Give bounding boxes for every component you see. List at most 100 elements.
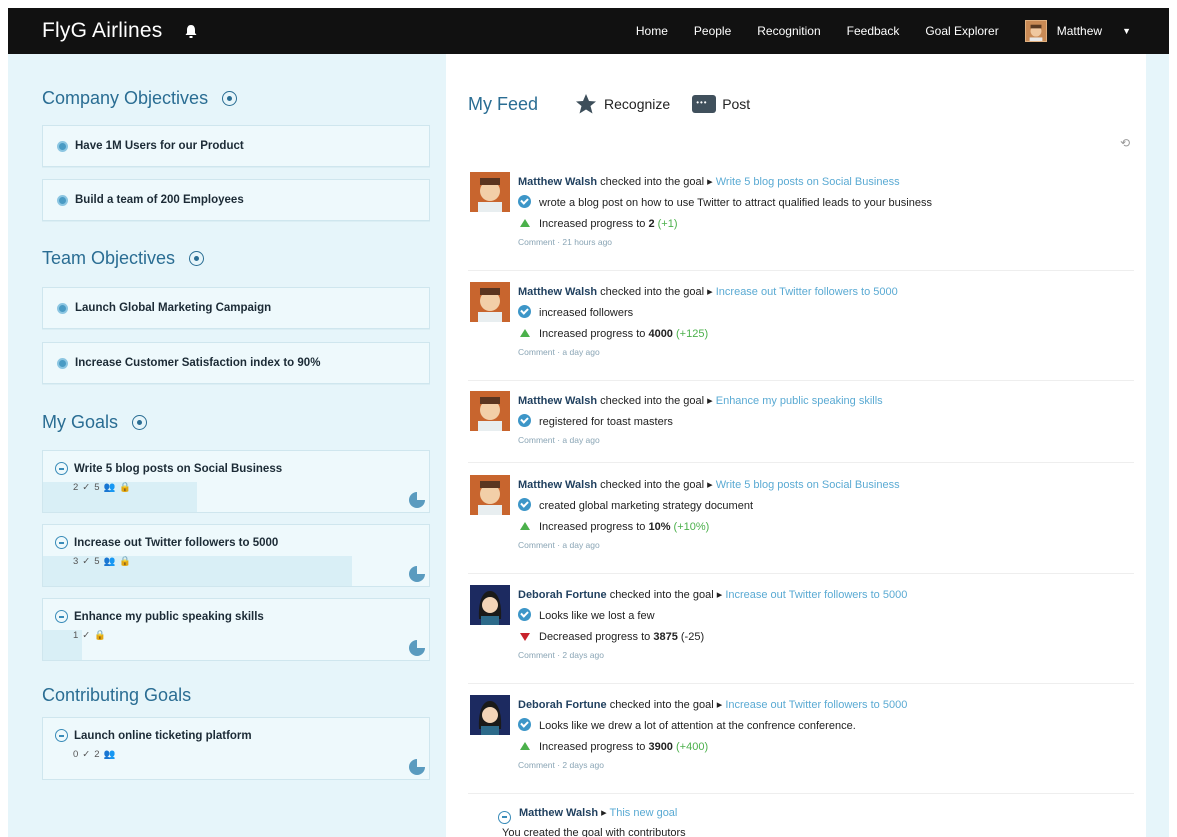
brand-logo[interactable]: FlyG Airlines xyxy=(42,19,162,43)
objective-label: Launch Global Marketing Campaign xyxy=(75,302,272,314)
nav-recognition[interactable]: Recognition xyxy=(757,24,820,38)
avatar[interactable] xyxy=(470,391,510,431)
top-navbar: FlyG Airlines Home People Recognition Fe… xyxy=(8,8,1169,54)
contributor-count: 5 xyxy=(94,556,100,567)
right-gutter xyxy=(1146,54,1169,837)
nav-feedback[interactable]: Feedback xyxy=(847,24,900,38)
goal-link[interactable]: Write 5 blog posts on Social Business xyxy=(716,479,900,491)
goal-link[interactable]: Write 5 blog posts on Social Business xyxy=(716,176,900,188)
goal-bullet-icon xyxy=(55,462,68,475)
list-item[interactable]: Increase Customer Satisfaction index to … xyxy=(42,342,430,384)
refresh-icon[interactable]: ⟲ xyxy=(1120,136,1130,150)
goal-card[interactable]: Write 5 blog posts on Social Business 2 ✓… xyxy=(42,450,430,513)
check-icon xyxy=(518,305,531,318)
star-icon xyxy=(576,94,597,114)
sidebar: Company Objectives Have 1M Users for our… xyxy=(8,54,446,837)
entry-author[interactable]: Deborah Fortune xyxy=(518,699,607,711)
play-icon: ▸ xyxy=(601,807,607,819)
goal-card[interactable]: Launch online ticketing platform 0 ✓ 2 👥 xyxy=(42,717,430,780)
list-item[interactable]: Have 1M Users for our Product xyxy=(42,125,430,167)
entry-author[interactable]: Matthew Walsh xyxy=(518,176,597,188)
company-objectives-title: Company Objectives xyxy=(42,88,238,109)
progress-pie-icon xyxy=(409,759,425,775)
goal-bullet-icon xyxy=(55,610,68,623)
goal-link[interactable]: This new goal xyxy=(610,807,678,819)
avatar[interactable] xyxy=(470,585,510,625)
avatar[interactable] xyxy=(470,475,510,515)
lock-icon: 🔒 xyxy=(119,482,132,493)
play-icon: ▸ xyxy=(707,395,713,407)
goal-label: Launch online ticketing platform xyxy=(74,729,252,742)
progress-value: 3900 xyxy=(648,741,673,753)
play-icon: ▸ xyxy=(716,699,723,711)
entry-meta[interactable]: Comment · a day ago xyxy=(518,538,1134,552)
entry-meta[interactable]: Comment · a day ago xyxy=(518,345,1134,359)
entry-author[interactable]: Matthew Walsh xyxy=(518,395,597,407)
checkin-count: 2 xyxy=(73,482,79,493)
entry-meta[interactable]: Comment · 2 days ago xyxy=(518,758,1134,772)
check-icon xyxy=(518,608,531,621)
entry-author[interactable]: Matthew Walsh xyxy=(518,286,597,298)
arrow-up-icon xyxy=(520,742,530,750)
check-icon: ✓ xyxy=(82,556,91,567)
entry-note: Looks like we lost a few xyxy=(539,610,655,622)
progress-change: Increased progress to xyxy=(539,521,646,533)
recognize-label: Recognize xyxy=(604,96,671,112)
entry-meta[interactable]: Comment · 21 hours ago xyxy=(518,235,1134,249)
entry-verb: checked into the goal xyxy=(609,589,714,601)
progress-delta: (+400) xyxy=(676,741,709,753)
check-icon xyxy=(518,414,531,427)
list-item[interactable]: Build a team of 200 Employees xyxy=(42,179,430,221)
goal-meta: 0 ✓ 2 👥 xyxy=(43,742,429,760)
goal-link[interactable]: Increase out Twitter followers to 5000 xyxy=(716,286,898,298)
entry-author[interactable]: Deborah Fortune xyxy=(518,589,607,601)
avatar[interactable] xyxy=(470,695,510,735)
progress-pie-icon xyxy=(409,566,425,582)
goal-link[interactable]: Increase out Twitter followers to 5000 xyxy=(725,699,907,711)
goal-meta: 3 ✓ 5 👥 🔒 xyxy=(43,549,429,567)
progress-delta: (+125) xyxy=(676,328,709,340)
goal-bullet-icon xyxy=(498,810,511,824)
post-button[interactable]: Post xyxy=(692,95,750,113)
add-company-objective-icon[interactable] xyxy=(222,91,238,106)
avatar[interactable] xyxy=(470,282,510,322)
entry-meta[interactable]: Comment · 2 days ago xyxy=(518,648,1134,662)
entry-meta[interactable]: Comment · a day ago xyxy=(518,433,1134,447)
add-goal-icon[interactable] xyxy=(132,415,148,430)
entry-author[interactable]: Matthew Walsh xyxy=(518,479,597,491)
goal-link[interactable]: Enhance my public speaking skills xyxy=(716,395,883,407)
recognize-button[interactable]: Recognize xyxy=(574,92,670,116)
goal-meta: 1 ✓ 🔒 xyxy=(43,623,429,641)
goal-link[interactable]: Increase out Twitter followers to 5000 xyxy=(725,589,907,601)
list-item[interactable]: Launch Global Marketing Campaign xyxy=(42,287,430,329)
my-goals-title: My Goals xyxy=(42,412,148,433)
chevron-down-icon[interactable]: ▼ xyxy=(1122,26,1131,36)
entry-verb: checked into the goal xyxy=(609,699,714,711)
entry-author[interactable]: Matthew Walsh xyxy=(519,807,598,819)
nav-people[interactable]: People xyxy=(694,24,731,38)
play-icon: ▸ xyxy=(707,176,713,188)
checkin-count: 3 xyxy=(73,556,79,567)
goal-card[interactable]: Increase out Twitter followers to 5000 3… xyxy=(42,524,430,587)
nav-goal-explorer[interactable]: Goal Explorer xyxy=(925,24,998,38)
lock-icon: 🔒 xyxy=(94,630,107,641)
nav-home[interactable]: Home xyxy=(636,24,668,38)
progress-change: Increased progress to xyxy=(539,218,646,230)
feed-entry: Deborah Fortune checked into the goal ▸ … xyxy=(468,695,1134,794)
entry-note: increased followers xyxy=(539,307,634,319)
checkin-count: 0 xyxy=(73,749,79,760)
feed-title: My Feed xyxy=(468,93,539,114)
feed-entry: Deborah Fortune checked into the goal ▸ … xyxy=(468,585,1134,684)
main-nav: Home People Recognition Feedback Goal Ex… xyxy=(610,8,1169,54)
progress-delta: (+1) xyxy=(657,218,678,230)
progress-change: Increased progress to xyxy=(539,741,646,753)
user-menu[interactable]: Matthew ▼ xyxy=(1024,20,1131,42)
goal-label: Increase out Twitter followers to 5000 xyxy=(74,536,279,549)
section-title-text: Contributing Goals xyxy=(42,685,192,705)
bell-icon[interactable] xyxy=(182,22,200,40)
progress-pie-icon xyxy=(409,640,425,656)
entry-note: Looks like we drew a lot of attention at… xyxy=(539,720,856,732)
avatar[interactable] xyxy=(470,172,510,212)
add-team-objective-icon[interactable] xyxy=(189,251,205,266)
goal-card[interactable]: Enhance my public speaking skills 1 ✓ 🔒 xyxy=(42,598,430,661)
